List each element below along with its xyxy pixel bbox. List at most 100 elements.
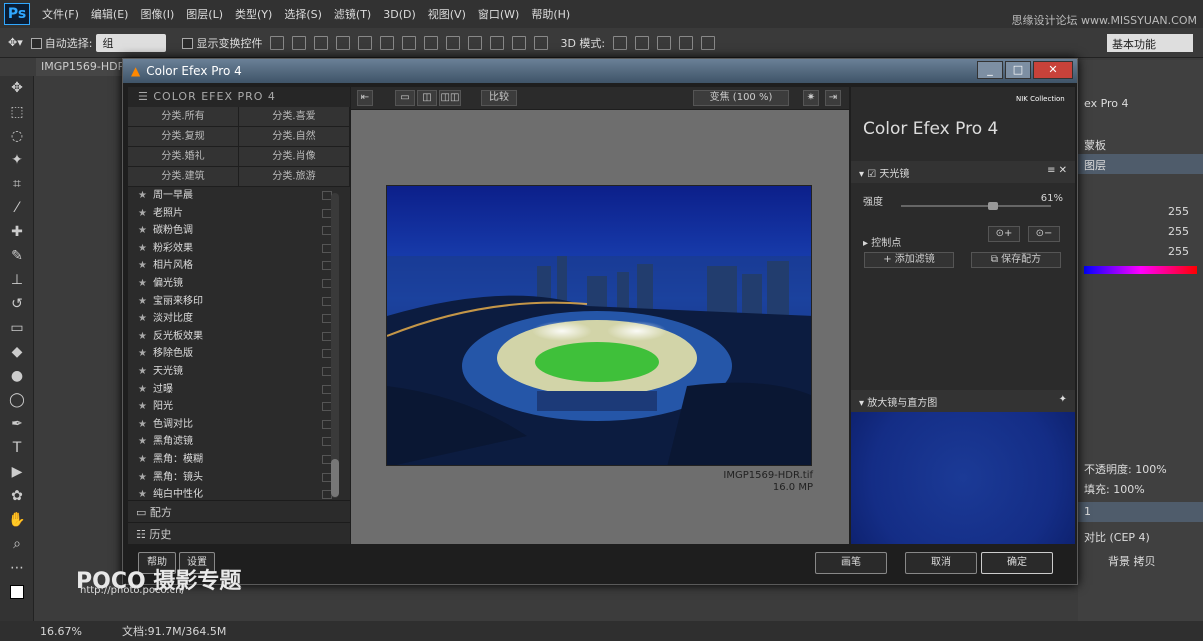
favorite-star-icon[interactable]: ★ xyxy=(138,260,147,271)
align-top-icon[interactable] xyxy=(270,35,285,50)
filter-item[interactable]: ★ 阳光 xyxy=(128,398,350,416)
toggle-left-pane-icon[interactable]: ⇤ xyxy=(357,90,373,106)
auto-select-checkbox[interactable] xyxy=(30,38,42,49)
filter-item[interactable]: ★ 黑角滤镜 xyxy=(128,433,350,451)
filter-scroll-thumb[interactable] xyxy=(331,459,339,497)
filter-enabled-checkbox[interactable]: ☑ xyxy=(867,169,879,180)
category-travel[interactable]: 分类.旅游 xyxy=(239,167,349,186)
filter-scrollbar[interactable] xyxy=(331,193,339,498)
layer-row-1[interactable]: 1 xyxy=(1078,502,1203,522)
stadium-photo[interactable] xyxy=(386,185,812,466)
move-tool-icon[interactable]: ✥▾ xyxy=(8,36,23,49)
filter-item[interactable]: ★ 黑角：镜头 xyxy=(128,469,350,487)
paint-bucket-icon[interactable]: ◆ xyxy=(0,340,34,364)
align-vcenter-icon[interactable] xyxy=(292,35,307,50)
favorite-star-icon[interactable]: ★ xyxy=(138,331,147,342)
filter-item[interactable]: ★ 移除色版 xyxy=(128,345,350,363)
favorite-star-icon[interactable]: ★ xyxy=(138,208,147,219)
marquee-tool-icon[interactable]: ⬚ xyxy=(0,100,34,124)
3d-scale-icon[interactable] xyxy=(701,35,716,50)
expand-arrow-icon[interactable]: ▸ xyxy=(863,238,871,249)
show-transform-checkbox[interactable] xyxy=(182,38,194,49)
favorite-star-icon[interactable]: ★ xyxy=(138,401,147,412)
more-tools-icon[interactable]: ⋯ xyxy=(0,556,34,580)
category-nature[interactable]: 分类.自然 xyxy=(239,127,349,146)
favorite-star-icon[interactable]: ★ xyxy=(138,419,147,430)
filter-item[interactable]: ★ 周一早晨 xyxy=(128,187,350,205)
panel-masks-tab[interactable]: 蒙板 xyxy=(1078,134,1203,154)
zoom-level[interactable]: 16.67% xyxy=(40,625,82,638)
color-swatches-icon[interactable] xyxy=(0,580,34,604)
filter-item[interactable]: ★ 宝丽来移印 xyxy=(128,293,350,311)
distribute-top-icon[interactable] xyxy=(402,35,417,50)
history-brush-icon[interactable]: ↺ xyxy=(0,292,34,316)
toggle-right-pane-icon[interactable]: ⇥ xyxy=(825,90,841,106)
filter-item[interactable]: ★ 过曝 xyxy=(128,381,350,399)
filter-item[interactable]: ★ 偏光镜 xyxy=(128,275,350,293)
fill-value[interactable]: 100% xyxy=(1113,483,1144,496)
filter-item[interactable]: ★ 碳粉色调 xyxy=(128,222,350,240)
remove-control-point-button[interactable]: ⊙− xyxy=(1028,226,1060,242)
hand-tool-icon[interactable]: ✋ xyxy=(0,508,34,532)
blur-tool-icon[interactable]: ● xyxy=(0,364,34,388)
stamp-tool-icon[interactable]: ⊥ xyxy=(0,268,34,292)
menu-view[interactable]: 视图(V) xyxy=(428,6,466,22)
maximize-button[interactable]: □ xyxy=(1005,61,1031,79)
panel-layers-tab[interactable]: 图层 xyxy=(1078,154,1203,174)
favorite-star-icon[interactable]: ★ xyxy=(138,436,147,447)
category-all[interactable]: 分类.所有 xyxy=(128,107,238,126)
lasso-tool-icon[interactable]: ◌ xyxy=(0,124,34,148)
menu-icon[interactable]: ☰ xyxy=(138,90,153,103)
collapse-arrow-icon[interactable]: ▾ xyxy=(859,169,867,180)
menu-select[interactable]: 选择(S) xyxy=(284,6,322,22)
distribute-bottom-icon[interactable] xyxy=(446,35,461,50)
category-wedding[interactable]: 分类.婚礼 xyxy=(128,147,238,166)
type-tool-icon[interactable]: T xyxy=(0,436,34,460)
close-button[interactable]: ✕ xyxy=(1033,61,1073,79)
favorite-star-icon[interactable]: ★ xyxy=(138,366,147,377)
cancel-button[interactable]: 取消 xyxy=(905,552,977,574)
auto-select-dropdown[interactable]: 组 xyxy=(96,33,167,52)
filter-item[interactable]: ★ 反光板效果 xyxy=(128,328,350,346)
favorite-star-icon[interactable]: ★ xyxy=(138,489,147,500)
zoom-dropdown[interactable]: 变焦 (100 %) xyxy=(693,90,789,106)
favorite-star-icon[interactable]: ★ xyxy=(138,278,147,289)
layer-row-cep[interactable]: 对比 (CEP 4) xyxy=(1078,526,1203,546)
add-filter-button[interactable]: + 添加滤镜 xyxy=(864,252,954,268)
filter-options-icon[interactable]: ≡ ✕ xyxy=(1047,165,1067,176)
move-tool-icon[interactable]: ✥ xyxy=(0,76,34,100)
menu-image[interactable]: 图像(I) xyxy=(140,6,174,22)
strength-slider[interactable] xyxy=(901,205,1051,207)
favorite-star-icon[interactable]: ★ xyxy=(138,313,147,324)
workspace-dropdown[interactable]: 基本功能 xyxy=(1107,34,1193,52)
opacity-value[interactable]: 100% xyxy=(1135,463,1166,476)
favorite-star-icon[interactable]: ★ xyxy=(138,348,147,359)
pin-icon[interactable]: ✦ xyxy=(1059,394,1067,405)
healing-brush-icon[interactable]: ✚ xyxy=(0,220,34,244)
3d-slide-icon[interactable] xyxy=(679,35,694,50)
favorite-star-icon[interactable]: ★ xyxy=(138,243,147,254)
brush-button[interactable]: 画笔 xyxy=(815,552,887,574)
filter-item[interactable]: ★ 淡对比度 xyxy=(128,310,350,328)
ok-button[interactable]: 确定 xyxy=(981,552,1053,574)
distribute-right-icon[interactable] xyxy=(512,35,527,50)
channel-value-2[interactable]: 255 xyxy=(1078,222,1203,242)
favorite-star-icon[interactable]: ★ xyxy=(138,384,147,395)
category-architecture[interactable]: 分类.建筑 xyxy=(128,167,238,186)
favorite-star-icon[interactable]: ★ xyxy=(138,190,147,201)
compare-button[interactable]: 比较 xyxy=(481,90,517,106)
loupe-view[interactable] xyxy=(851,412,1075,544)
category-portrait[interactable]: 分类.肖像 xyxy=(239,147,349,166)
category-vintage[interactable]: 分类.复规 xyxy=(128,127,238,146)
split-view-icon[interactable]: ◫ xyxy=(417,90,437,106)
save-recipe-button[interactable]: ⧉ 保存配方 xyxy=(971,252,1061,268)
recipes-section[interactable]: 配方 xyxy=(150,506,172,519)
align-left-icon[interactable] xyxy=(336,35,351,50)
3d-pan-icon[interactable] xyxy=(657,35,672,50)
history-section[interactable]: 历史 xyxy=(149,528,171,541)
filter-item[interactable]: ★ 老照片 xyxy=(128,205,350,223)
menu-file[interactable]: 文件(F) xyxy=(42,6,79,22)
zoom-tool-icon[interactable]: ⌕ xyxy=(0,532,34,556)
magic-wand-icon[interactable]: ✦ xyxy=(0,148,34,172)
align-bottom-icon[interactable] xyxy=(314,35,329,50)
